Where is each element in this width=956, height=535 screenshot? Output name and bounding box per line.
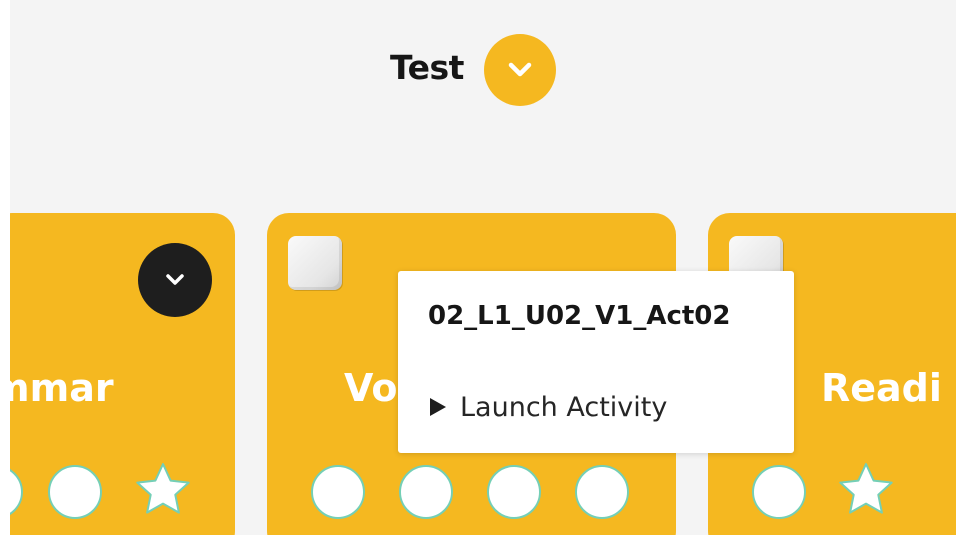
progress-dot[interactable] [487,465,541,519]
progress-dot[interactable] [48,465,102,519]
play-icon [430,398,446,416]
progress-dot[interactable] [399,465,453,519]
card-checkbox[interactable] [288,236,342,290]
progress-dot[interactable] [311,465,365,519]
page-title: Test [390,48,464,87]
unit-card-grammar[interactable]: mmar [10,213,235,535]
header: Test [10,16,956,106]
card-title: Vo [344,366,398,410]
progress-dot[interactable] [10,465,23,519]
activity-id: 02_L1_U02_V1_Act02 [428,301,731,331]
activity-popup: 02_L1_U02_V1_Act02 Launch Activity [398,271,794,453]
star-icon[interactable] [836,461,896,521]
star-icon[interactable] [133,461,193,521]
launch-activity-label: Launch Activity [460,391,668,423]
chevron-down-icon [508,62,532,77]
chevron-down-icon [166,274,184,285]
progress-dot[interactable] [752,465,806,519]
launch-activity-link[interactable]: Launch Activity [430,387,667,427]
page: Test mmar Vo Readi [10,0,956,535]
progress-dot[interactable] [575,465,629,519]
expand-button[interactable] [138,243,212,317]
test-toggle-button[interactable] [484,34,556,106]
card-title: mmar [10,366,114,410]
card-title: Readi [821,366,942,410]
